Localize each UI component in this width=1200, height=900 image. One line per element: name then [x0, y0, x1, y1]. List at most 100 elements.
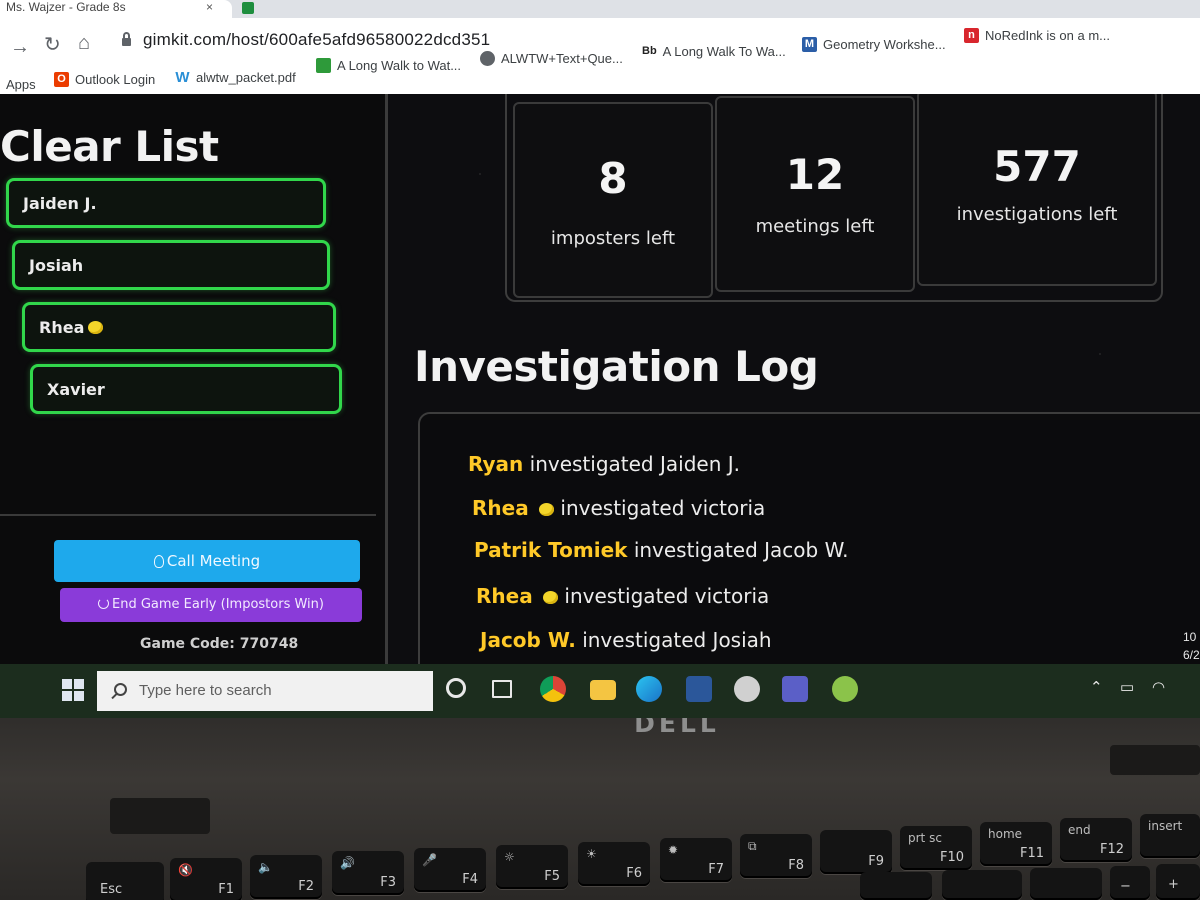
bookmark-long-walk-2[interactable]: Bb A Long Walk To Wa...	[642, 44, 786, 59]
game-code: Game Code: 770748	[140, 636, 298, 652]
key-lower-2[interactable]	[942, 870, 1022, 900]
battery-icon[interactable]: ▭	[1120, 678, 1134, 696]
book-icon	[316, 58, 331, 73]
taskbar-clock-time[interactable]: 10	[1183, 630, 1196, 644]
log-action: investigated Jaiden J.	[529, 452, 740, 476]
key-f10[interactable]: prt sc F10	[900, 826, 972, 870]
call-meeting-button[interactable]: Call Meeting	[54, 540, 360, 582]
file-explorer-icon[interactable]	[590, 680, 616, 700]
stat-investigations: 577 investigations left	[917, 94, 1157, 286]
sidebar-divider	[0, 514, 376, 516]
player-card[interactable]: Rhea	[22, 302, 336, 352]
key-lower-1[interactable]	[860, 872, 932, 900]
key-f12[interactable]: end F12	[1060, 818, 1132, 862]
word-icon[interactable]	[686, 676, 712, 702]
key-f4[interactable]: 🎤 F4	[414, 848, 486, 892]
key-f1[interactable]: 🔇 F1	[170, 858, 242, 900]
log-actor: Patrik Tomiek	[474, 538, 628, 562]
stat-label: meetings left	[755, 216, 875, 237]
key-lower-3[interactable]	[1030, 868, 1102, 900]
bookmark-long-walk-1[interactable]: A Long Walk to Wat...	[316, 58, 461, 73]
player-card[interactable]: Jaiden J.	[6, 178, 326, 228]
address-bar[interactable]: gimkit.com/host/600afe5afd96580022dcd351	[143, 30, 490, 50]
windows-start-icon[interactable]	[62, 679, 84, 701]
bookmark-outlook[interactable]: O Outlook Login	[54, 72, 155, 87]
player-card[interactable]: Josiah	[12, 240, 330, 290]
office-icon: O	[54, 72, 69, 87]
key-f8[interactable]: ⧉ F8	[740, 834, 812, 878]
log-action: investigated Jacob W.	[633, 538, 849, 562]
wifi-icon[interactable]: ◠	[1152, 678, 1165, 696]
stat-value: 577	[993, 142, 1081, 191]
player-name: Rhea	[39, 318, 104, 337]
tab-strip: Ms. Wajzer - Grade 8s ×	[0, 0, 1200, 18]
player-name: Xavier	[47, 380, 105, 399]
lemon-icon	[88, 321, 104, 334]
taskbar-search-box[interactable]: Type here to search	[97, 671, 433, 711]
chevron-up-icon[interactable]: ⌃	[1090, 678, 1103, 696]
search-icon	[114, 683, 127, 696]
stat-value: 12	[785, 150, 845, 199]
key-insert[interactable]: insert	[1140, 814, 1200, 858]
tab-close-icon[interactable]: ×	[206, 0, 213, 14]
forward-arrow-icon[interactable]: →	[10, 36, 30, 59]
lock-icon	[122, 32, 131, 46]
investigation-log: Ryan investigated Jaiden J. Rhea investi…	[418, 412, 1200, 664]
bookmark-geometry[interactable]: M Geometry Workshe...	[802, 37, 946, 52]
key-f7[interactable]: ✹ F7	[660, 838, 732, 882]
key-f5[interactable]: ☼ F5	[496, 845, 568, 889]
key-minus[interactable]: −	[1110, 866, 1150, 900]
m-icon: M	[802, 37, 817, 52]
key-f2[interactable]: 🔈 F2	[250, 855, 322, 899]
reload-icon[interactable]: ↻	[44, 32, 61, 57]
edge-icon[interactable]	[636, 676, 662, 702]
cortana-icon[interactable]	[446, 678, 466, 698]
app-icon[interactable]	[832, 676, 858, 702]
player-card[interactable]: Xavier	[30, 364, 342, 414]
player-name: Jaiden J.	[23, 194, 97, 213]
tab-active[interactable]: Ms. Wajzer - Grade 8s ×	[0, 0, 232, 18]
tab-second[interactable]	[238, 0, 258, 18]
taskbar-clock-date[interactable]: 6/2	[1183, 648, 1200, 662]
key-f9[interactable]: F9	[820, 830, 892, 874]
log-entry: Rhea investigated victoria	[476, 584, 769, 608]
end-game-early-button[interactable]: End Game Early (Impostors Win)	[60, 588, 362, 622]
bookmark-alwtw-text[interactable]: ALWTW+Text+Que...	[480, 51, 623, 66]
lightbulb-icon	[153, 555, 164, 568]
globe-icon	[480, 51, 495, 66]
clear-list-sidebar: Clear List Jaiden J. Josiah Rhea Xavier …	[0, 94, 388, 664]
search-placeholder: Type here to search	[139, 682, 272, 699]
bookmark-noredink[interactable]: n NoRedInk is on a m...	[964, 28, 1110, 43]
stat-meetings: 12 meetings left	[715, 96, 915, 292]
bookmark-apps[interactable]: Apps	[6, 77, 36, 92]
log-actor: Jacob W.	[480, 628, 576, 652]
blackboard-icon: Bb	[642, 45, 657, 57]
teams-icon[interactable]	[782, 676, 808, 702]
tab-favicon	[242, 2, 254, 14]
key-f3[interactable]: 🔊 F3	[332, 851, 404, 895]
laptop-hinge-right	[1110, 745, 1200, 775]
log-entry: Jacob W. investigated Josiah	[480, 628, 772, 652]
log-actor: Ryan	[468, 452, 524, 476]
sidebar-title: Clear List	[0, 122, 219, 171]
key-f6[interactable]: ☀ F6	[578, 842, 650, 886]
chrome-icon[interactable]	[540, 676, 566, 702]
key-esc[interactable]: Esc	[86, 862, 164, 900]
bookmark-alwtw-packet[interactable]: W alwtw_packet.pdf	[175, 69, 295, 86]
home-icon[interactable]: ⌂	[78, 32, 90, 55]
log-entry: Rhea investigated victoria	[472, 496, 765, 520]
log-actor: Rhea	[472, 496, 529, 520]
stat-label: investigations left	[956, 204, 1118, 225]
log-action: investigated victoria	[560, 496, 766, 520]
weebly-icon: W	[175, 69, 190, 86]
gimkit-host-page: Clear List Jaiden J. Josiah Rhea Xavier …	[0, 94, 1200, 664]
power-icon	[98, 598, 109, 609]
snip-icon[interactable]	[734, 676, 760, 702]
task-view-icon[interactable]	[492, 680, 512, 698]
stat-label: imposters left	[550, 228, 676, 249]
laptop-hinge-left	[110, 798, 210, 834]
key-plus[interactable]: +	[1156, 864, 1200, 900]
laptop-screen: Ms. Wajzer - Grade 8s × → ↻ ⌂ gimkit.com…	[0, 0, 1200, 718]
key-f11[interactable]: home F11	[980, 822, 1052, 866]
log-action: investigated Josiah	[582, 628, 772, 652]
